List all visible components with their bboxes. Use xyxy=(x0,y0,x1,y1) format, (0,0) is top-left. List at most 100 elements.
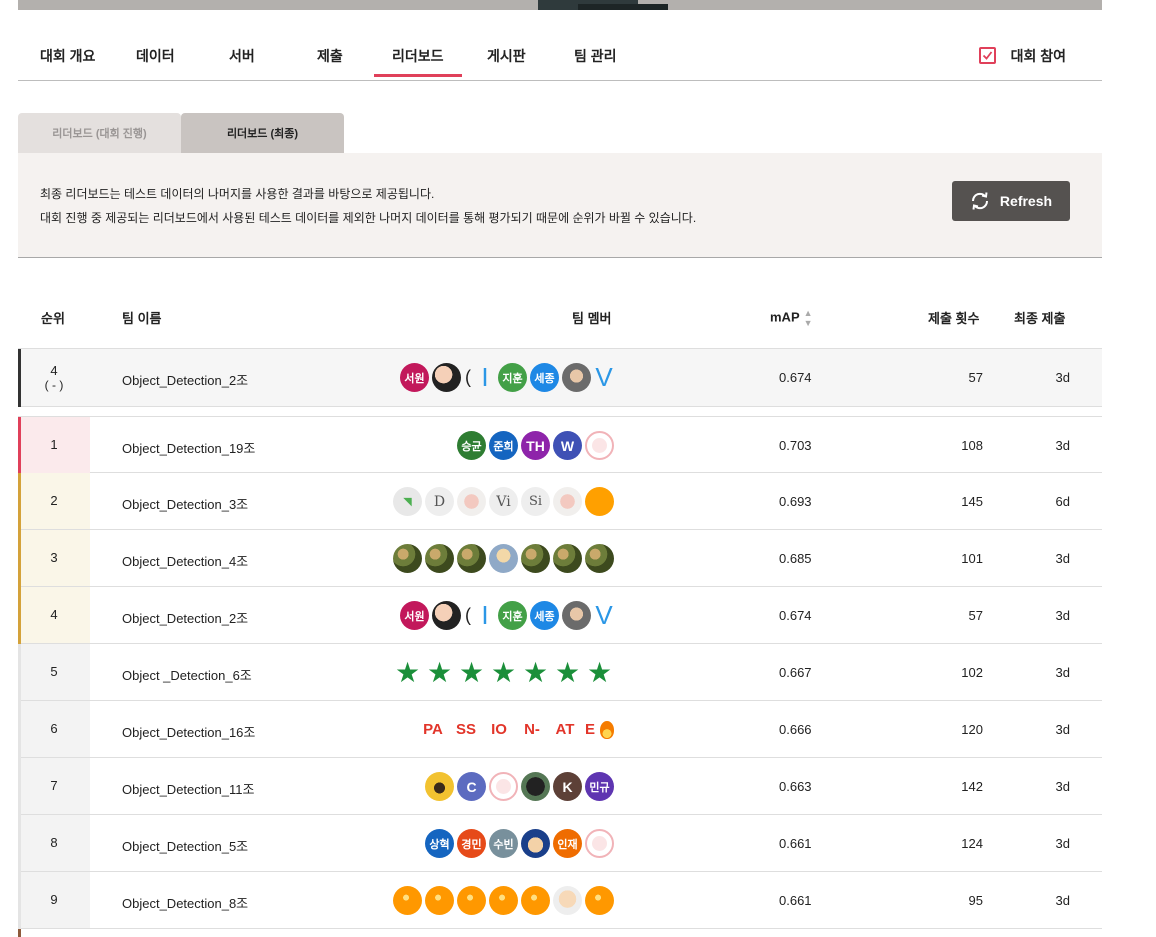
team-score: 0.661 xyxy=(779,893,812,908)
avatar[interactable] xyxy=(521,829,550,858)
table-row[interactable]: 5 Object _Detection_6조 ★ ★ ★ ★ ★ ★ ★ 0.6… xyxy=(18,644,1102,701)
avatar[interactable] xyxy=(562,363,591,392)
tab-leaderboard[interactable]: 리더보드 xyxy=(374,46,461,77)
avatar[interactable]: 준희 xyxy=(489,431,518,460)
avatar[interactable]: N- xyxy=(517,721,547,738)
avatar[interactable] xyxy=(457,886,486,915)
avatar[interactable] xyxy=(521,772,550,801)
avatar[interactable]: 지훈 xyxy=(498,601,527,630)
avatar[interactable]: 서원 xyxy=(400,601,429,630)
avatar[interactable]: ( xyxy=(464,601,472,630)
team-name: Object_Detection_11조 xyxy=(122,782,255,797)
rank-cell: 7 xyxy=(18,758,90,814)
tab-team-manage[interactable]: 팀 관리 xyxy=(574,46,617,66)
avatar[interactable] xyxy=(425,772,454,801)
avatar[interactable]: 승균 xyxy=(457,431,486,460)
tab-submit[interactable]: 제출 xyxy=(317,46,343,66)
join-competition-button[interactable]: 대회 참여 xyxy=(1011,46,1066,66)
table-row[interactable]: 2 Object_Detection_3조 ◥ D Vi Si 0.693 14… xyxy=(18,473,1102,530)
avatar[interactable] xyxy=(585,431,614,460)
table-row[interactable]: 4 Object_Detection_2조 서원 ( I 지훈 세종 V 0.6… xyxy=(18,587,1102,644)
header-map[interactable]: mAP ▲ ▼ xyxy=(770,308,813,328)
avatar[interactable]: 지훈 xyxy=(498,363,527,392)
avatar[interactable] xyxy=(489,544,518,573)
next-row-accent xyxy=(18,929,21,937)
avatar[interactable]: 세종 xyxy=(530,601,559,630)
rank-cell: 3 xyxy=(18,530,90,586)
avatar[interactable]: IO xyxy=(484,721,514,738)
avatar[interactable]: 민규 xyxy=(585,772,614,801)
avatar[interactable] xyxy=(553,886,582,915)
avatar[interactable]: 경민 xyxy=(457,829,486,858)
my-team-submissions: 57 xyxy=(968,370,983,385)
table-row[interactable]: 3 Object_Detection_4조 0.685 101 3d xyxy=(18,530,1102,587)
avatar[interactable]: C xyxy=(457,772,486,801)
avatar[interactable] xyxy=(432,363,461,392)
avatar[interactable] xyxy=(489,886,518,915)
avatar[interactable]: SS xyxy=(451,721,481,738)
avatar[interactable] xyxy=(553,544,582,573)
star-icon[interactable]: ★ xyxy=(489,658,518,687)
refresh-button[interactable]: Refresh xyxy=(952,181,1070,221)
tab-overview[interactable]: 대회 개요 xyxy=(40,46,95,66)
avatar[interactable]: AT xyxy=(550,721,580,738)
star-icon[interactable]: ★ xyxy=(393,658,422,687)
star-icon[interactable]: ★ xyxy=(585,658,614,687)
avatar[interactable]: 수빈 xyxy=(489,829,518,858)
table-row[interactable]: 9 Object_Detection_8조 0.661 95 3d xyxy=(18,872,1102,929)
avatar[interactable]: E xyxy=(583,721,597,738)
tab-server[interactable]: 서버 xyxy=(229,46,255,66)
avatar[interactable]: PA xyxy=(418,721,448,738)
avatar[interactable]: V xyxy=(594,600,614,631)
avatar[interactable]: Si xyxy=(521,487,550,516)
avatar[interactable] xyxy=(425,544,454,573)
sort-icon[interactable]: ▲ ▼ xyxy=(804,308,813,328)
avatar[interactable]: Vi xyxy=(489,487,518,516)
avatar[interactable]: 인재 xyxy=(553,829,582,858)
tab-data[interactable]: 데이터 xyxy=(136,46,175,66)
avatar[interactable] xyxy=(553,487,582,516)
star-icon[interactable]: ★ xyxy=(457,658,486,687)
table-row[interactable]: 8 Object_Detection_5조 상혁 경민 수빈 인재 0.661 … xyxy=(18,815,1102,872)
tab-leaderboard-final[interactable]: 리더보드 (최종) xyxy=(181,113,344,153)
tab-board[interactable]: 게시판 xyxy=(487,46,526,66)
my-team-rank-value: 4 xyxy=(50,363,58,378)
avatar[interactable] xyxy=(457,487,486,516)
avatar[interactable]: W xyxy=(553,431,582,460)
team-submissions: 120 xyxy=(961,722,983,737)
avatar[interactable]: TH xyxy=(521,431,550,460)
avatar[interactable] xyxy=(521,886,550,915)
avatar[interactable] xyxy=(562,601,591,630)
avatar[interactable]: V xyxy=(594,362,614,393)
avatar[interactable]: 서원 xyxy=(400,363,429,392)
avatar[interactable] xyxy=(585,829,614,858)
avatar[interactable] xyxy=(585,886,614,915)
avatar[interactable]: ◥ xyxy=(393,487,422,516)
join-checkbox[interactable] xyxy=(979,47,996,64)
avatar[interactable] xyxy=(393,544,422,573)
avatar[interactable]: 세종 xyxy=(530,363,559,392)
star-icon[interactable]: ★ xyxy=(521,658,550,687)
avatar[interactable] xyxy=(425,886,454,915)
avatar[interactable] xyxy=(489,772,518,801)
avatar[interactable]: I xyxy=(475,600,495,631)
avatar[interactable]: ( xyxy=(464,363,472,392)
team-name: Object _Detection_6조 xyxy=(122,668,252,683)
avatar[interactable]: D xyxy=(425,487,454,516)
avatar[interactable]: 상혁 xyxy=(425,829,454,858)
table-row[interactable]: 7 Object_Detection_11조 C K 민규 0.663 142 … xyxy=(18,758,1102,815)
tab-leaderboard-ongoing[interactable]: 리더보드 (대회 진행) xyxy=(18,113,181,153)
table-row[interactable]: 6 Object_Detection_16조 PA SS IO N- AT E … xyxy=(18,701,1102,758)
avatar[interactable]: I xyxy=(475,362,495,393)
avatar[interactable] xyxy=(585,544,614,573)
avatar[interactable] xyxy=(393,886,422,915)
avatar[interactable] xyxy=(432,601,461,630)
avatar[interactable]: K xyxy=(553,772,582,801)
avatar[interactable] xyxy=(457,544,486,573)
table-row[interactable]: 1 Object_Detection_19조 승균 준희 TH W 0.703 … xyxy=(18,416,1102,474)
avatar[interactable] xyxy=(521,544,550,573)
my-team-row[interactable]: 4 ( - ) Object_Detection_2조 서원 ( I 지훈 세종… xyxy=(18,348,1102,407)
star-icon[interactable]: ★ xyxy=(553,658,582,687)
star-icon[interactable]: ★ xyxy=(425,658,454,687)
avatar[interactable] xyxy=(585,487,614,516)
